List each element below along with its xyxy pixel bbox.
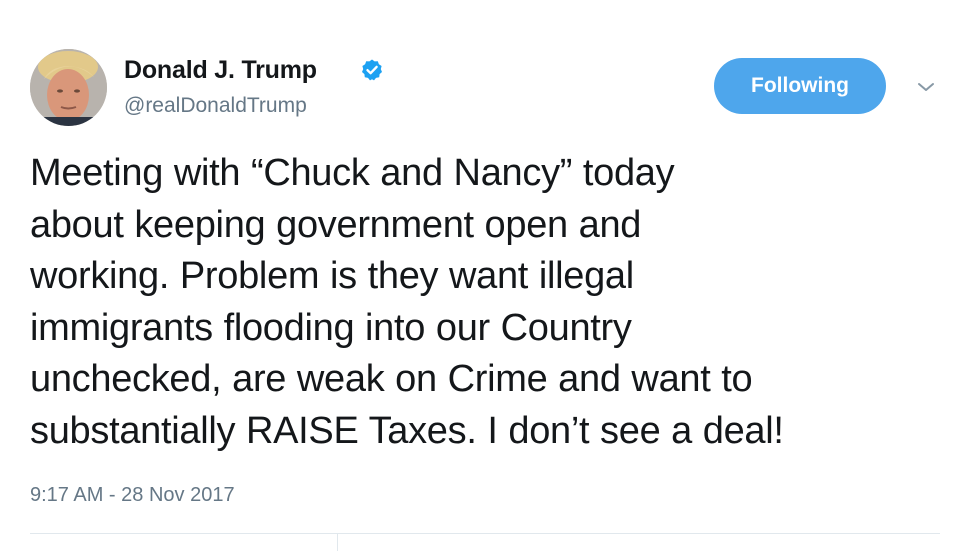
tweet-text-line: about keeping government open and: [30, 203, 642, 246]
tweet-text: Meeting with “Chuck and Nancy” today abo…: [30, 148, 950, 457]
tweet-text-line: substantially RAISE Taxes. I don’t see a…: [30, 409, 784, 452]
tweet-card: Donald J. Trump @realDonaldTrump Followi…: [0, 0, 980, 551]
verified-badge-icon: [362, 59, 382, 81]
author-display-name[interactable]: Donald J. Trump: [124, 56, 317, 85]
divider: [30, 533, 940, 534]
chevron-down-icon[interactable]: [913, 78, 939, 96]
author-handle[interactable]: @realDonaldTrump: [124, 94, 307, 118]
tweet-text-line: unchecked, are weak on Crime and want to: [30, 358, 753, 400]
divider: [337, 533, 338, 551]
following-button[interactable]: Following: [714, 58, 886, 114]
tweet-text-line: working. Problem is they want illegal: [30, 255, 634, 297]
avatar[interactable]: [30, 49, 107, 126]
tweet-timestamp[interactable]: 9:17 AM - 28 Nov 2017: [30, 484, 235, 507]
avatar-portrait-icon: [30, 49, 107, 126]
tweet-text-line: Meeting with “Chuck and Nancy” today: [30, 152, 675, 194]
tweet-text-line: immigrants flooding into our Country: [30, 306, 632, 349]
